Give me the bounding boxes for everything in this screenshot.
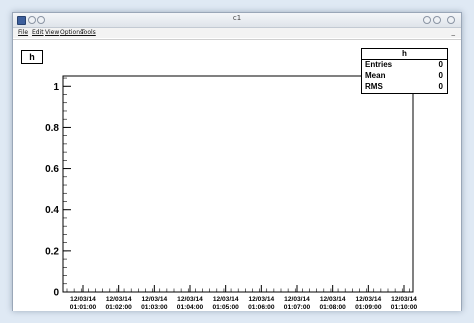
stats-value: 0 <box>438 60 443 69</box>
x-tick-time-label: 01:08:00 <box>319 304 346 311</box>
y-tick-label: 0.8 <box>45 123 59 134</box>
x-tick-time-label: 01:06:00 <box>248 304 275 311</box>
stats-value: 0 <box>438 71 443 80</box>
window-title: c1 <box>232 14 242 22</box>
x-tick-date-label: 12/03/14 <box>355 296 381 303</box>
y-tick-label: 1 <box>53 82 59 93</box>
close-window-icon[interactable] <box>447 16 455 24</box>
x-tick-date-label: 12/03/14 <box>106 296 132 303</box>
title-bar[interactable]: c1 <box>13 13 461 28</box>
menu-edit[interactable]: Edit <box>32 29 44 36</box>
x-tick-time-label: 01:10:00 <box>391 304 418 311</box>
x-tick-time-label: 01:04:00 <box>177 304 204 311</box>
stats-box[interactable]: h Entries 0 Mean 0 RMS 0 <box>361 48 448 94</box>
menu-view[interactable]: View <box>45 29 59 36</box>
x-tick-date-label: 12/03/14 <box>177 296 203 303</box>
menubar-minimize-button[interactable]: _ <box>452 28 456 36</box>
x-tick-time-label: 01:05:00 <box>212 304 239 311</box>
stats-label: RMS <box>365 82 383 91</box>
y-tick-label: 0 <box>53 288 59 299</box>
canvas-window: c1 File Edit View Options Tools _ 0 0.2 0.… <box>12 12 462 311</box>
plot-frame <box>62 75 414 293</box>
histogram-title: h <box>21 50 43 64</box>
y-tick-label: 0.6 <box>45 164 59 175</box>
x-tick-time-label: 01:03:00 <box>141 304 168 311</box>
x-tick-date-label: 12/03/14 <box>141 296 167 303</box>
menu-file[interactable]: File <box>18 29 28 36</box>
menu-bar: File Edit View Options Tools _ <box>13 28 461 38</box>
stats-label: Entries <box>365 60 393 69</box>
x-tick-date-label: 12/03/14 <box>248 296 274 303</box>
stats-value: 0 <box>438 82 443 91</box>
x-tick-time-label: 01:02:00 <box>105 304 132 311</box>
x-tick-date-label: 12/03/14 <box>391 296 417 303</box>
maximize-window-icon[interactable] <box>433 16 441 24</box>
x-tick-date-label: 12/03/14 <box>284 296 310 303</box>
x-tick-date-label: 12/03/14 <box>320 296 346 303</box>
x-tick-date-label: 12/03/14 <box>70 296 96 303</box>
menu-options[interactable]: Options <box>60 29 83 36</box>
stats-label: Mean <box>365 71 386 80</box>
x-tick-time-label: 01:01:00 <box>70 304 97 311</box>
minimize-window-icon[interactable] <box>423 16 431 24</box>
x-tick-time-label: 01:09:00 <box>355 304 382 311</box>
y-tick-label: 0.2 <box>45 246 59 257</box>
stats-row-mean: Mean 0 <box>365 70 443 81</box>
x-tick-time-label: 01:07:00 <box>284 304 311 311</box>
stats-row-entries: Entries 0 <box>365 59 443 70</box>
y-tick-label: 0.4 <box>45 205 59 216</box>
menu-tools[interactable]: Tools <box>81 29 96 36</box>
stats-row-rms: RMS 0 <box>365 81 443 92</box>
x-tick-date-label: 12/03/14 <box>213 296 239 303</box>
plot-canvas[interactable]: 0 0.2 0.4 0.6 0.8 1 12/03/14 01:01:00 12/03/14 01… <box>13 39 461 311</box>
